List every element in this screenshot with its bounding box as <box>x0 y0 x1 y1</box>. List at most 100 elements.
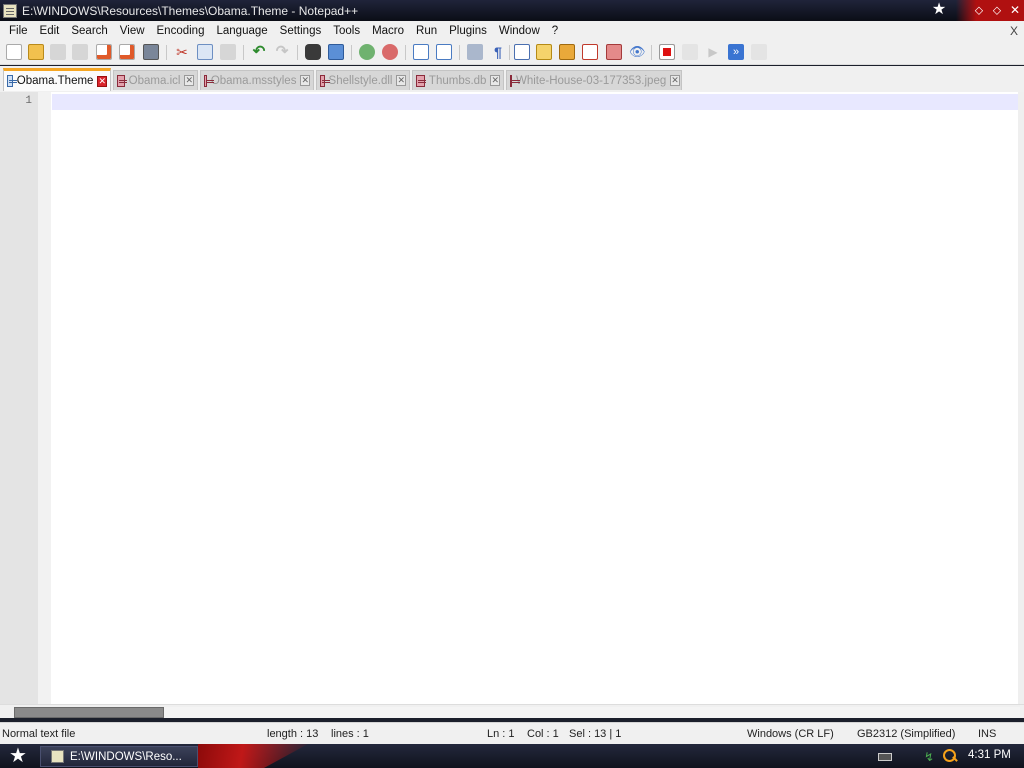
monitor-icon[interactable]: 👁 <box>629 44 646 60</box>
sync-vertical-icon[interactable] <box>413 44 429 60</box>
tab-close-icon[interactable]: ✕ <box>184 75 194 86</box>
start-star-icon[interactable]: ★ <box>4 745 32 767</box>
menu-plugins[interactable]: Plugins <box>443 21 493 41</box>
line-number: 1 <box>25 95 32 107</box>
menu-tools[interactable]: Tools <box>327 21 366 41</box>
tab-thumbs-db[interactable]: Thumbs.db ✕ <box>412 70 504 90</box>
tab-close-icon[interactable]: ✕ <box>300 75 310 86</box>
minimize-icon[interactable]: ⬦ <box>970 0 988 21</box>
language-icon[interactable] <box>536 44 552 60</box>
status-encoding[interactable]: GB2312 (Simplified) <box>857 728 955 740</box>
scroll-track[interactable] <box>14 707 1020 718</box>
document-icon <box>117 74 127 87</box>
menu-search[interactable]: Search <box>65 21 113 41</box>
tab-obama-icl[interactable]: Obama.icl ✕ <box>113 70 198 90</box>
tab-close-icon[interactable]: ✕ <box>97 75 107 87</box>
paste-icon[interactable] <box>220 44 236 60</box>
toolbar-separator <box>166 45 167 60</box>
menu-language[interactable]: Language <box>210 21 273 41</box>
close-window-icon[interactable]: ✕ <box>1006 0 1024 21</box>
undo-icon[interactable]: ↶ <box>251 44 267 60</box>
notepad-task-icon <box>51 750 64 763</box>
record-macro-icon[interactable] <box>659 44 675 60</box>
find-icon[interactable] <box>305 44 321 60</box>
menu-view[interactable]: View <box>114 21 151 41</box>
menu-macro[interactable]: Macro <box>366 21 410 41</box>
toolbar-separator <box>351 45 352 60</box>
vertical-scrollbar[interactable] <box>1018 92 1024 704</box>
menu-help[interactable]: ? <box>546 21 564 41</box>
tab-close-icon[interactable]: ✕ <box>490 75 500 86</box>
save-macro-icon[interactable] <box>751 44 767 60</box>
star-icon[interactable]: ★ <box>928 0 950 21</box>
keyboard-icon[interactable] <box>878 753 892 761</box>
notepad-plus-plus-window: E:\WINDOWS\Resources\Themes\Obama.Theme … <box>0 0 1024 768</box>
document-map-icon[interactable] <box>606 44 622 60</box>
menu-encoding[interactable]: Encoding <box>151 21 211 41</box>
taskbar-notepad-label: E:\WINDOWS\Reso... <box>70 750 182 763</box>
play-macro-icon[interactable]: ▶ <box>705 44 721 60</box>
tab-close-icon[interactable]: ✕ <box>396 75 406 86</box>
taskbar-decoration <box>198 744 308 768</box>
zoom-out-icon[interactable] <box>382 44 398 60</box>
tab-obama-msstyles[interactable]: Obama.msstyles ✕ <box>200 70 314 90</box>
run-macro-multiple-icon[interactable]: » <box>728 44 744 60</box>
status-lines: lines : 1 <box>331 728 369 740</box>
status-insert-mode[interactable]: INS <box>978 728 996 740</box>
window-title: E:\WINDOWS\Resources\Themes\Obama.Theme … <box>22 3 359 18</box>
menu-window[interactable]: Window <box>493 21 546 41</box>
close-document-button[interactable]: X <box>1010 21 1018 41</box>
tab-obama-theme[interactable]: Obama.Theme ✕ <box>3 68 111 91</box>
network-icon[interactable]: ↯ <box>924 750 934 764</box>
document-icon <box>416 74 426 87</box>
maximize-icon[interactable]: ⬦ <box>988 0 1006 21</box>
search-icon[interactable] <box>942 748 957 763</box>
close-all-icon[interactable] <box>119 44 135 60</box>
function-list-icon[interactable] <box>559 44 575 60</box>
menu-file[interactable]: File <box>3 21 34 41</box>
open-file-icon[interactable] <box>28 44 44 60</box>
title-bar[interactable]: E:\WINDOWS\Resources\Themes\Obama.Theme … <box>0 0 1024 21</box>
new-file-icon[interactable] <box>6 44 22 60</box>
tab-label: Obama.msstyles <box>210 74 297 87</box>
save-all-icon[interactable] <box>72 44 88 60</box>
clock[interactable]: 4:31 PM <box>968 749 1011 761</box>
toolbar-separator <box>243 45 244 60</box>
scroll-thumb[interactable] <box>14 707 164 718</box>
redo-icon[interactable]: ↷ <box>274 44 290 60</box>
notepad-app-icon[interactable] <box>3 3 17 18</box>
folder-workspace-icon[interactable] <box>582 44 598 60</box>
taskbar-notepad-button[interactable]: E:\WINDOWS\Reso... <box>40 746 198 767</box>
print-icon[interactable] <box>143 44 159 60</box>
copy-icon[interactable] <box>197 44 213 60</box>
status-eol-format[interactable]: Windows (CR LF) <box>747 728 834 740</box>
zoom-in-icon[interactable] <box>359 44 375 60</box>
show-all-chars-icon[interactable]: ¶ <box>490 44 506 60</box>
text-editor[interactable]: 1 <box>0 92 1024 704</box>
document-icon <box>320 74 330 87</box>
status-line: Ln : 1 <box>487 728 515 740</box>
toolbar-separator <box>509 45 510 60</box>
tab-white-house-jpeg[interactable]: White-House-03-177353.jpeg ✕ <box>506 70 682 90</box>
status-column: Col : 1 <box>527 728 559 740</box>
toolbar-separator <box>405 45 406 60</box>
replace-icon[interactable] <box>328 44 344 60</box>
close-icon[interactable] <box>96 44 112 60</box>
sync-horizontal-icon[interactable] <box>436 44 452 60</box>
stop-macro-icon[interactable] <box>682 44 698 60</box>
toolbar-separator <box>459 45 460 60</box>
word-wrap-icon[interactable] <box>467 44 483 60</box>
indent-guide-icon[interactable] <box>514 44 530 60</box>
save-icon[interactable] <box>50 44 66 60</box>
tab-shellstyle-dll[interactable]: Shellstyle.dll ✕ <box>316 70 410 90</box>
tab-close-icon[interactable]: ✕ <box>670 75 680 86</box>
status-selection: Sel : 13 | 1 <box>569 728 622 740</box>
cut-icon[interactable]: ✂ <box>174 44 190 60</box>
line-number-gutter: 1 <box>0 92 51 704</box>
fold-margin[interactable] <box>38 92 51 704</box>
menu-run[interactable]: Run <box>410 21 443 41</box>
document-icon <box>204 74 214 87</box>
horizontal-scrollbar[interactable] <box>0 704 1024 718</box>
menu-edit[interactable]: Edit <box>34 21 66 41</box>
menu-settings[interactable]: Settings <box>274 21 328 41</box>
